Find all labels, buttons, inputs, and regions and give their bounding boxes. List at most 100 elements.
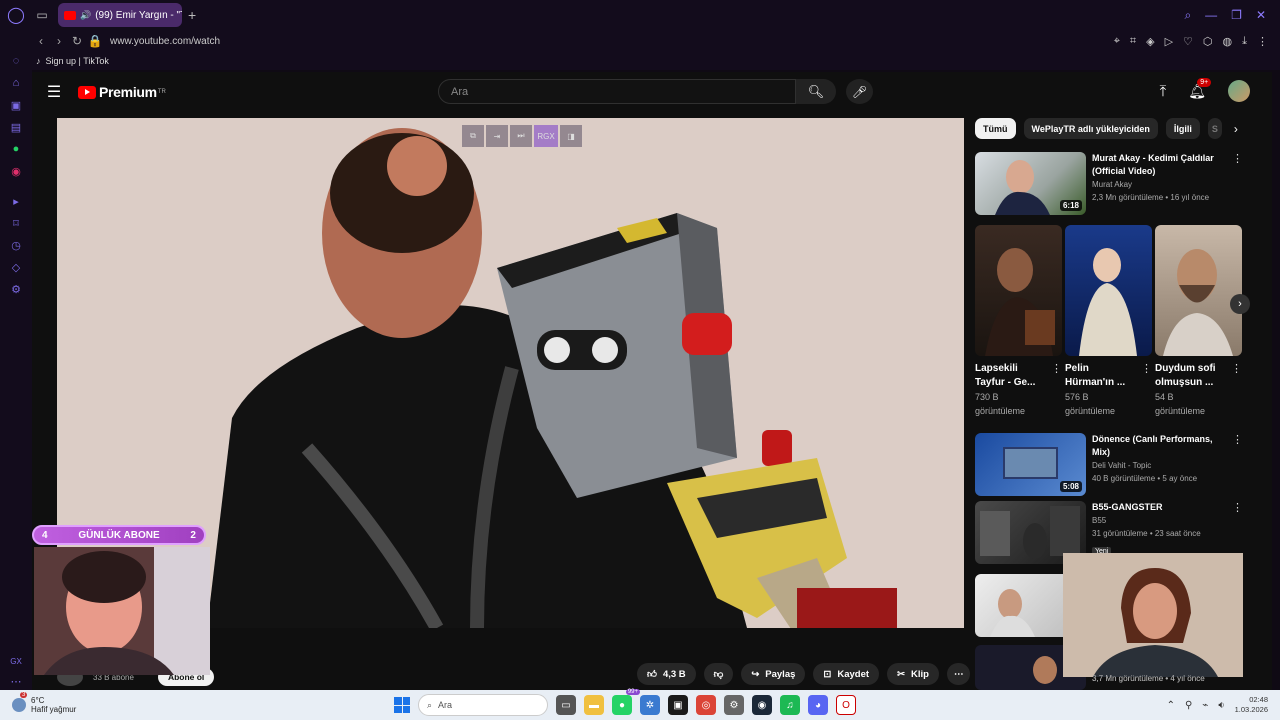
opera-logo-icon[interactable]: ◯	[0, 0, 32, 30]
search-tabs-icon[interactable]: ⌕	[1184, 8, 1191, 23]
heart-icon[interactable]: ♡	[1183, 35, 1193, 48]
more-options-icon[interactable]: ⋮	[1051, 362, 1062, 390]
more-actions-button[interactable]: ⋯	[946, 663, 971, 685]
short-item[interactable]: Pelin Hürman'ın ... ⋮ 576 B görüntüleme	[1065, 225, 1152, 418]
bookmark-tiktok[interactable]: Sign up | TikTok	[46, 56, 109, 66]
more-options-icon[interactable]: ⋮	[1232, 433, 1243, 496]
rec-channel[interactable]: Murat Akay	[1092, 178, 1228, 191]
chip-all[interactable]: Tümü	[975, 118, 1016, 139]
short-thumbnail[interactable]	[975, 225, 1062, 356]
list-item[interactable]: 6:18 Murat Akay - Kedimi Çaldılar (Offic…	[975, 152, 1243, 215]
discord-icon[interactable]: ◕	[808, 695, 828, 715]
task-view-icon[interactable]: ▭	[556, 695, 576, 715]
skip-icon[interactable]: ⏭︎	[510, 125, 532, 147]
extensions-icon[interactable]: ⬡	[1203, 35, 1213, 48]
youtube-logo[interactable]: Premium TR	[78, 84, 166, 100]
player-icon[interactable]: ▸	[0, 190, 32, 212]
network-icon[interactable]: ⌁	[1202, 700, 1208, 711]
account-avatar[interactable]	[1228, 80, 1250, 102]
pip-icon[interactable]: ⧉	[462, 125, 484, 147]
pin-icon[interactable]: ⌖	[1114, 35, 1120, 48]
notifications-button[interactable]: 🔔︎ 9+	[1188, 77, 1212, 100]
more-options-icon[interactable]: ⋮	[1232, 152, 1243, 215]
maximize-button[interactable]: ❐	[1231, 8, 1242, 23]
app-icon[interactable]: ✲	[640, 695, 660, 715]
tray-app-icon[interactable]: ⚲	[1185, 700, 1192, 711]
messenger-icon[interactable]: ▤	[0, 116, 32, 138]
app-icon[interactable]: ▣	[668, 695, 688, 715]
new-tab-button[interactable]: +	[188, 7, 196, 23]
pinboard-icon[interactable]: ⌑	[0, 212, 32, 234]
instagram-icon[interactable]: ◉	[0, 160, 32, 182]
forward-icon[interactable]: ›	[50, 34, 68, 48]
back-icon[interactable]: ‹	[32, 34, 50, 48]
minimize-button[interactable]: —	[1205, 8, 1217, 23]
like-button[interactable]: 👍︎ 4,3 B	[637, 663, 696, 685]
store-icon[interactable]: ⌂	[0, 72, 32, 94]
rec-title[interactable]: Murat Akay - Kedimi Çaldılar (Official V…	[1092, 152, 1228, 178]
file-explorer-icon[interactable]: ▬	[584, 695, 604, 715]
list-item[interactable]: 5:08 Dönence (Canlı Performans, Mix) Del…	[975, 433, 1243, 496]
share-button[interactable]: ↪ Paylaş	[741, 663, 806, 685]
chip-related[interactable]: İlgili	[1165, 118, 1200, 139]
aria-icon[interactable]: ◌	[0, 50, 32, 72]
more-icon[interactable]: ⋯	[0, 670, 32, 692]
volume-icon[interactable]: 🔉︎	[1218, 700, 1224, 711]
upload-icon[interactable]: ⤒	[1160, 83, 1167, 100]
tab-youtube[interactable]: 🔊 (99) Emir Yargın - "Tok	[58, 3, 182, 27]
whatsapp-taskbar-icon[interactable]: ● 99+	[612, 689, 640, 715]
hamburger-menu-icon[interactable]: ☰	[32, 82, 76, 102]
weather-widget[interactable]: 3 6°C Hafif yağmur	[0, 692, 76, 714]
chip-more[interactable]: S	[1207, 118, 1222, 139]
history-icon[interactable]: ◷	[0, 234, 32, 256]
gx-icon[interactable]: GX	[0, 650, 32, 672]
search-input[interactable]: Ara	[438, 79, 796, 104]
spotify-icon[interactable]: ♫	[780, 695, 800, 715]
chrome-icon[interactable]: ◎	[696, 695, 716, 715]
play-icon[interactable]: ▷	[1165, 35, 1173, 48]
rec-thumbnail[interactable]: 5:08	[975, 433, 1086, 496]
profile-icon[interactable]: ◍	[1223, 35, 1233, 48]
more-options-icon[interactable]: ⋮	[1141, 362, 1152, 390]
voice-search-button[interactable]: 🎤︎	[846, 79, 873, 104]
search-button[interactable]: 🔍︎	[796, 79, 836, 104]
rec-channel[interactable]: Deli Vahit - Topic	[1092, 459, 1228, 472]
menu-icon[interactable]: ⋮	[1257, 35, 1268, 48]
more-options-icon[interactable]: ⋮	[1231, 362, 1242, 390]
settings-taskbar-icon[interactable]: ⚙	[724, 695, 744, 715]
short-title[interactable]: Lapsekili Tayfur - Ge...	[975, 362, 1047, 390]
settings-icon[interactable]: ⚙	[0, 278, 32, 300]
tray-chevron-icon[interactable]: ⌃	[1167, 700, 1175, 711]
reload-icon[interactable]: ↻	[68, 34, 86, 48]
download-icon[interactable]: ⤓	[1242, 35, 1247, 48]
twitch-icon[interactable]: ▣	[0, 94, 32, 116]
rec-title[interactable]: B55-GANGSTER	[1092, 501, 1228, 514]
short-title[interactable]: Duydum sofi olmuşsun ...	[1155, 362, 1227, 390]
whatsapp-icon[interactable]: ●	[0, 138, 32, 160]
steam-icon[interactable]: ◉	[752, 695, 772, 715]
snapshot-icon[interactable]: ⌗	[1130, 35, 1136, 48]
opera-gx-taskbar-icon[interactable]: O	[836, 695, 856, 715]
short-thumbnail[interactable]	[1065, 225, 1152, 356]
save-button[interactable]: ⊡ Kaydet	[813, 663, 880, 685]
rec-thumbnail[interactable]: 6:18	[975, 152, 1086, 215]
short-item[interactable]: Duydum sofi olmuşsun ... ⋮ 54 B görüntüle…	[1155, 225, 1242, 418]
snapshot-video-icon[interactable]: ◨	[560, 125, 582, 147]
dislike-button[interactable]: 👎︎	[703, 663, 734, 685]
rgx-button[interactable]: RGX	[534, 125, 558, 147]
short-thumbnail[interactable]	[1155, 225, 1242, 356]
speaker-icon[interactable]: 🔊	[80, 10, 91, 21]
clip-button[interactable]: ✂ Klip	[887, 663, 939, 685]
rec-channel[interactable]: B55	[1092, 514, 1228, 527]
short-title[interactable]: Pelin Hürman'ın ...	[1065, 362, 1137, 390]
popout-icon[interactable]: ⇥	[486, 125, 508, 147]
rec-title[interactable]: Dönence (Canlı Performans, Mix)	[1092, 433, 1228, 459]
taskbar-search[interactable]: ⌕ Ara	[418, 694, 548, 716]
clock[interactable]: 02:48 1.03.2026	[1235, 695, 1268, 715]
close-button[interactable]: ✕	[1256, 8, 1266, 23]
chevron-right-icon[interactable]: ›	[1234, 122, 1238, 136]
shield-icon[interactable]: ◈	[1146, 35, 1154, 48]
short-item[interactable]: Lapsekili Tayfur - Ge... ⋮ 730 B görüntül…	[975, 225, 1062, 418]
windows-start-icon[interactable]	[394, 697, 410, 713]
chat-icon[interactable]: ◇	[0, 256, 32, 278]
